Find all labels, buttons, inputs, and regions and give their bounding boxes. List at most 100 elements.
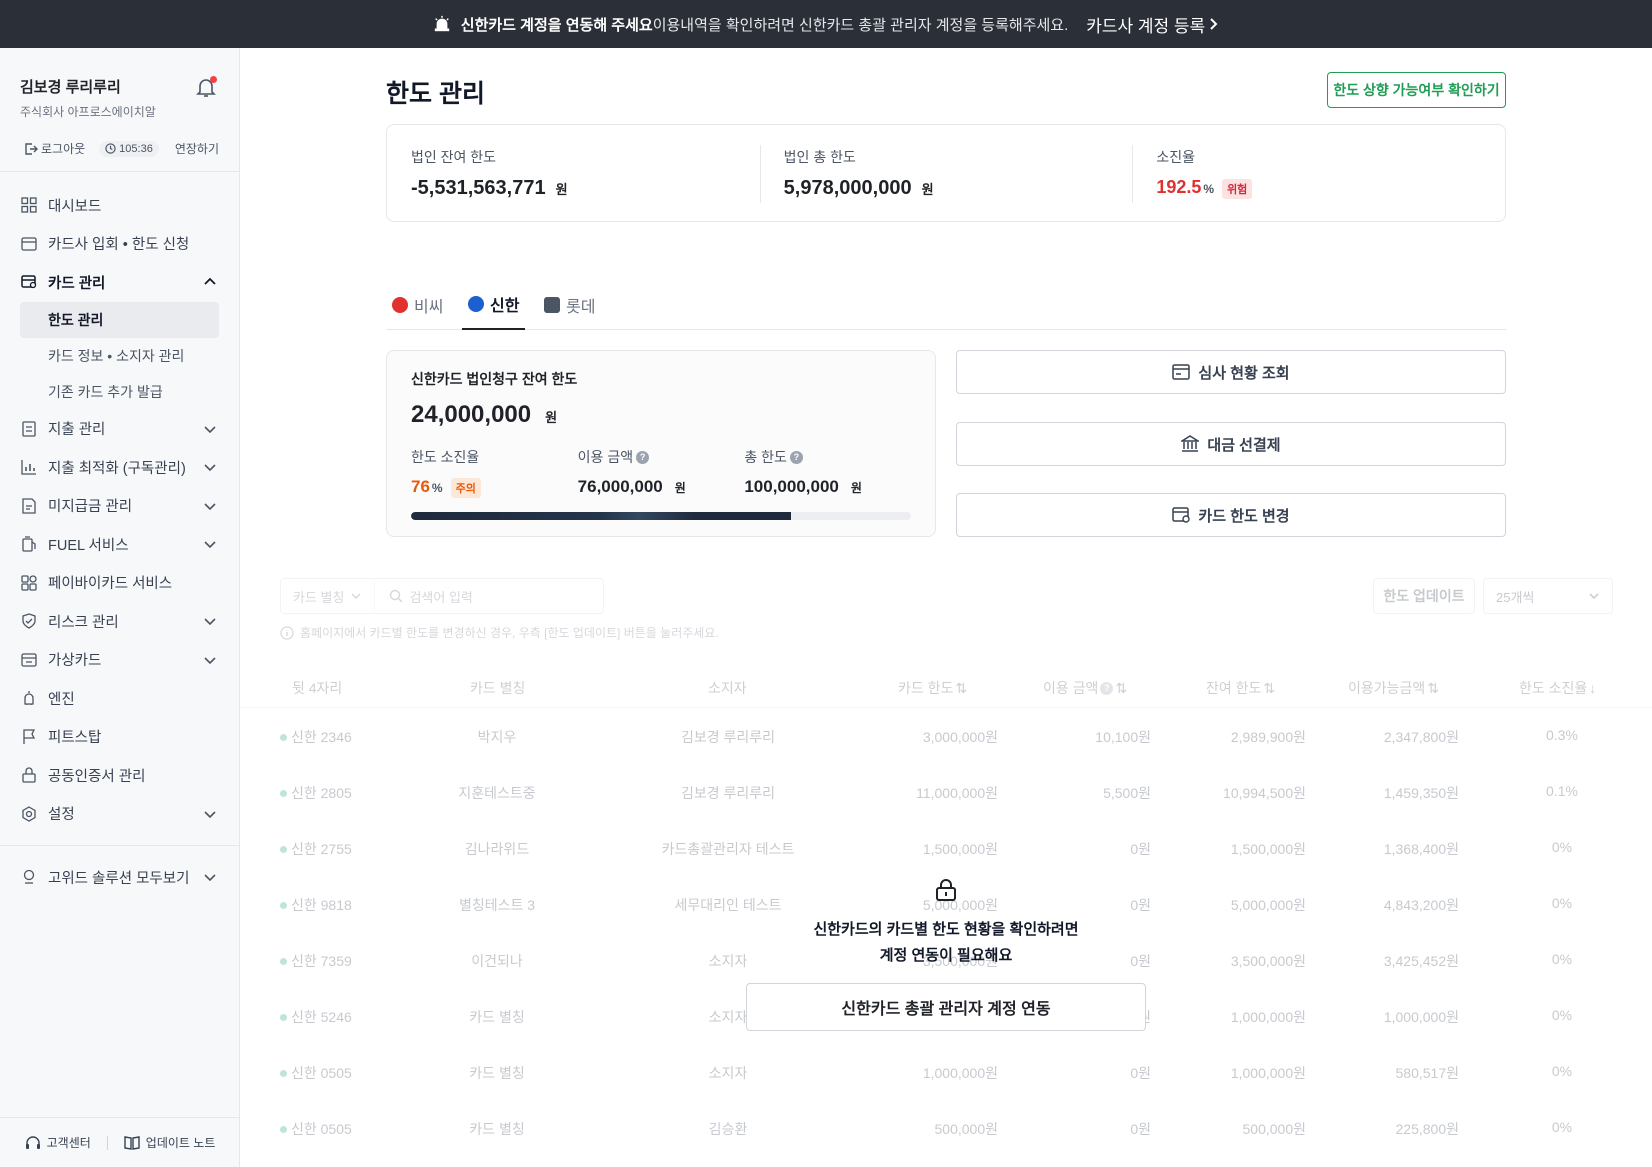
percent-unit: % [1203,182,1215,196]
table-cell: 5,500원 [1103,785,1151,801]
sidebar-item-unpaid[interactable]: 미지급금 관리 [0,487,239,526]
col-available-label: 이용가능금액 [1348,680,1426,696]
sidebar-item-risk[interactable]: 리스크 관리 [0,602,239,641]
help-icon[interactable]: ? [636,450,650,464]
status-dot [280,957,287,965]
logout-icon [25,142,38,155]
table-search[interactable]: 검색어 입력 [375,587,486,606]
table-row[interactable]: 신한 2346 박지우 김보경 루리루리 3,000,000원 10,100원 2,989… [240,708,1652,764]
update-hint-text: 홈페이지에서 카드별 한도를 변경하신 경우, 우측 [한도 업데이트] 버튼을… [300,626,719,640]
usage-rate-label: 한도 소진율 [411,449,480,465]
won-unit: 원 [555,182,568,197]
sidebar-item-engine[interactable]: 엔진 [0,679,239,718]
tab-shinhan[interactable]: 신한 [462,280,526,330]
table-cell: 3,500,000원 [1230,953,1306,969]
usage-label: 소진율 [1156,149,1195,165]
summary-usage: 소진율 192.5% 위험 [1132,125,1505,221]
tab-label: 롯데 [566,299,596,316]
sidebar-item-virtual-card[interactable]: 가상카드 [0,641,239,680]
prepay-label: 대금 선결제 [1207,436,1281,454]
tab-bc[interactable]: 비씨 [386,280,449,330]
register-account-link[interactable]: 카드사 계정 등록 [1086,12,1219,37]
help-icon[interactable]: ? [789,450,803,464]
table-cell: 신한 2755 [280,839,352,859]
table-row[interactable]: 신한 0505 카드 별칭 소지자 1,000,000원 0원 1,000,000원 580… [240,1044,1652,1100]
footer-separator [106,1135,108,1150]
support-link[interactable]: 고객센터 [25,1134,91,1151]
review-status-label: 심사 현황 조회 [1198,364,1290,382]
card-last4: 신한 2755 [291,841,352,857]
logout-label: 로그아웃 [41,142,86,156]
sidebar-subitem-additional-card[interactable]: 기존 카드 추가 발급 [20,374,219,410]
change-card-limit-button[interactable]: 카드 한도 변경 [956,493,1506,537]
card-limit-table-section: 카드 별칭 검색어 입력 한도 업데이트 25개씩 홈페이지에서 카드별 한도를… [240,568,1652,1167]
table-cell: 카드 별칭 [469,1009,525,1025]
sidebar-item-fuel[interactable]: FUEL 서비스 [0,525,239,564]
sidebar-divider [0,845,239,846]
sidebar-item-dashboard[interactable]: 대시보드 [0,186,239,225]
col-card-limit[interactable]: 카드 한도 ⇅ [898,678,967,698]
table-cell: 신한 0505 [280,1063,352,1083]
sidebar-item-expense[interactable]: 지출 관리 [0,410,239,449]
table-cell: 2,989,900원 [1230,729,1306,745]
corporate-limit-summary: 법인 잔여 한도 -5,531,563,771 원 법인 총 한도 5,978,0… [386,124,1506,222]
sidebar-item-settings[interactable]: 설정 [0,795,239,834]
col-card-limit-label: 카드 한도 [898,680,954,696]
sidebar-item-solutions[interactable]: 고위드 솔루션 모두보기 [0,858,239,897]
chevron-down-icon [204,618,216,626]
table-row[interactable]: 신한 0505카드 별칭소지자500,000원0원500,000원297,600… [240,1156,1652,1167]
prepay-button[interactable]: 대금 선결제 [956,422,1506,466]
user-panel: 김보경 루리루리 주식회사 아프로스에이치알 로그아웃 105:36 연장하기 [0,48,239,172]
review-status-button[interactable]: 심사 현황 조회 [956,350,1506,394]
col-remaining[interactable]: 잔여 한도 ⇅ [1206,678,1275,698]
sidebar-item-paybuy[interactable]: 페이바이카드 서비스 [0,564,239,603]
sidebar-item-pitstop[interactable]: 피트스탑 [0,718,239,757]
sidebar-subitem-card-info[interactable]: 카드 정보 • 소지자 관리 [20,338,219,374]
notification-button[interactable] [195,76,217,98]
tab-lotte[interactable]: 롯데 [538,280,601,330]
sidebar-item-cert[interactable]: 공동인증서 관리 [0,756,239,795]
chevron-down-icon [204,874,216,882]
table-row[interactable]: 신한 2805 지훈테스트중 김보경 루리루리 11,000,000원 5,500원 10… [240,764,1652,820]
logout-button[interactable]: 로그아웃 [24,140,85,157]
status-dot [280,1125,287,1133]
card-panel-title: 신한카드 법인청구 잔여 한도 [411,371,578,387]
sidebar-item-card-manage[interactable]: 카드 관리 [0,263,239,302]
won-unit: 원 [674,481,686,495]
sidebar: 김보경 루리루리 주식회사 아프로스에이치알 로그아웃 105:36 연장하기 … [0,48,240,1167]
shinhan-logo-icon [468,296,484,312]
table-row[interactable]: 신한 2755 김나라위드 카드총괄관리자 테스트 1,500,000원 0원 1,500… [240,820,1652,876]
card-last4: 신한 9818 [291,897,352,913]
total-limit-value: 100,000,000 [744,477,839,496]
col-usage-rate[interactable]: 한도 소진율 ↓ [1519,678,1596,698]
page-size-select[interactable]: 25개씩 [1483,578,1613,614]
sidebar-item-optimize[interactable]: 지출 최적화 (구독관리) [0,448,239,487]
extend-session-button[interactable]: 연장하기 [175,140,219,157]
table-row[interactable]: 신한 0505 카드 별칭 김승환 500,000원 0원 500,000원 225,800… [240,1100,1652,1156]
link-shinhan-account-button[interactable]: 신한카드 총괄 관리자 계정 연동 [746,983,1146,1031]
won-unit: 원 [850,481,862,495]
sidebar-item-label: 지출 관리 [48,422,106,439]
col-available[interactable]: 이용가능금액 ⇅ [1348,678,1439,698]
alias-filter-label: 카드 별칭 [293,589,345,605]
sidebar-footer: 고객센터 업데이트 노트 [0,1117,240,1167]
check-limit-increase-button[interactable]: 한도 상향 가능여부 확인하기 [1327,72,1506,108]
sidebar-item-card-apply[interactable]: 카드사 입회 • 한도 신청 [0,225,239,264]
limit-update-button[interactable]: 한도 업데이트 [1373,578,1475,614]
update-notes-link[interactable]: 업데이트 노트 [124,1134,215,1151]
percent-unit: % [431,481,443,495]
book-icon [124,1135,140,1150]
col-used[interactable]: 이용 금액? ⇅ [1043,678,1127,698]
company-name: 주식회사 아프로스에이치알 [20,105,156,119]
card-icon [1172,364,1191,380]
stat-total-limit: 총 한도? 100,000,000 원 [744,447,911,498]
table-cell: 0% [1551,1063,1573,1079]
alias-filter-dropdown[interactable]: 카드 별칭 [281,579,376,613]
sidebar-item-label: 미지급금 관리 [48,499,133,516]
summary-remaining: 법인 잔여 한도 -5,531,563,771 원 [387,125,760,221]
col-remaining-label: 잔여 한도 [1206,680,1262,696]
table-cell: 신한 9818 [280,895,352,915]
sidebar-subitem-limit[interactable]: 한도 관리 [20,301,219,338]
lock-icon [936,879,956,901]
usage-progress-fill [411,512,791,520]
